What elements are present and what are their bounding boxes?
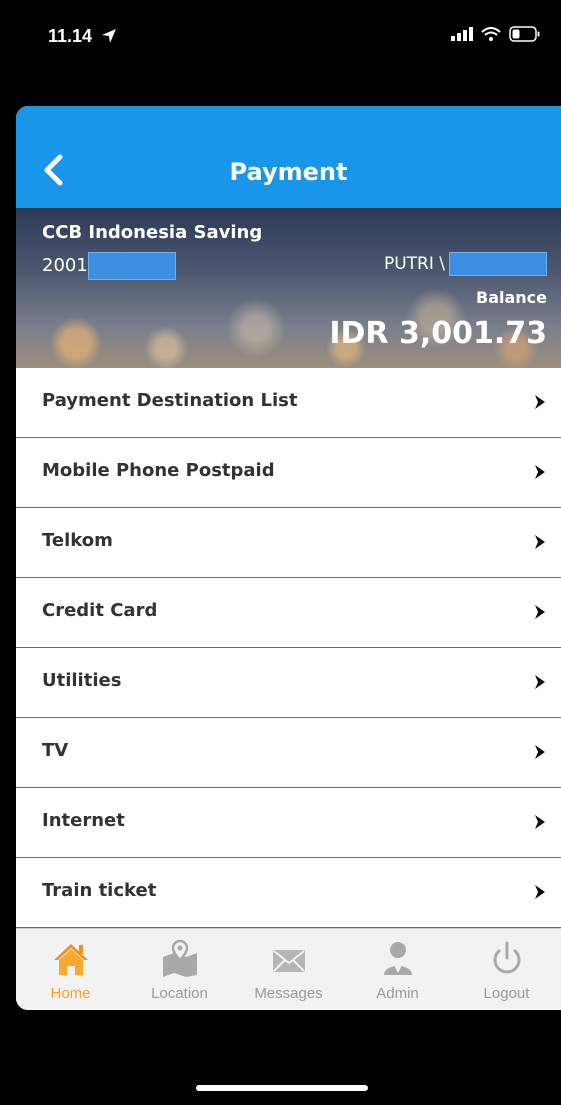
tab-location[interactable]: Location (125, 929, 234, 1010)
chevron-right-icon (535, 395, 545, 409)
tab-messages[interactable]: Messages (234, 929, 343, 1010)
account-card: CCB Indonesia Saving 2001 PUTRI \ Balanc… (16, 208, 561, 368)
menu-item-label: Train ticket (42, 880, 157, 901)
tab-label: Location (151, 985, 208, 1002)
header-bar: Payment (16, 106, 561, 208)
tab-admin[interactable]: Admin (343, 929, 452, 1010)
menu-item-payment-destination-list[interactable]: Payment Destination List (16, 368, 561, 438)
menu-item-label: Payment Destination List (42, 390, 298, 411)
menu-item-credit-card[interactable]: Credit Card (16, 578, 561, 648)
bottom-tab-bar: Home Location Messages Admin Logout (16, 928, 561, 1010)
chevron-right-icon (535, 605, 545, 619)
status-indicators (451, 26, 541, 42)
chevron-right-icon (535, 745, 545, 759)
location-arrow-icon (102, 29, 117, 43)
chevron-right-icon (535, 885, 545, 899)
tab-label: Admin (376, 985, 419, 1002)
menu-item-internet[interactable]: Internet (16, 788, 561, 858)
menu-item-label: TV (42, 740, 69, 761)
menu-item-utilities[interactable]: Utilities (16, 648, 561, 718)
account-number: 2001 (42, 252, 176, 280)
status-time-text: 11.14 (48, 26, 93, 46)
chevron-right-icon (535, 465, 545, 479)
balance-label: Balance (476, 288, 547, 307)
menu-item-label: Telkom (42, 530, 113, 551)
tab-label: Logout (483, 985, 530, 1002)
battery-icon (509, 26, 540, 42)
menu-item-label: Utilities (42, 670, 122, 691)
wifi-icon (481, 27, 501, 41)
signal-icon (451, 27, 473, 41)
menu-item-tv[interactable]: TV (16, 718, 561, 788)
balance-value: IDR 3,001.73 (329, 316, 547, 351)
map-pin-icon (162, 939, 197, 977)
person-icon (383, 942, 412, 975)
menu-item-label: Mobile Phone Postpaid (42, 460, 275, 481)
payment-menu: Payment Destination List Mobile Phone Po… (16, 368, 561, 928)
menu-item-label: Internet (42, 810, 125, 831)
account-number-prefix: 2001 (42, 255, 88, 276)
redaction-mask (87, 252, 176, 280)
menu-item-train-ticket[interactable]: Train ticket (16, 858, 561, 928)
chevron-right-icon (535, 815, 545, 829)
menu-item-mobile-phone-postpaid[interactable]: Mobile Phone Postpaid (16, 438, 561, 508)
status-time: 11.14 (48, 26, 117, 47)
page-title: Payment (229, 158, 348, 186)
status-bar: 11.14 (0, 0, 561, 80)
redaction-mask (449, 252, 547, 276)
tab-label: Home (50, 985, 91, 1002)
power-icon (493, 941, 520, 974)
account-holder: PUTRI \ (384, 252, 547, 276)
tab-home[interactable]: Home (16, 929, 125, 1010)
home-icon (53, 944, 88, 975)
envelope-icon (272, 950, 305, 972)
chevron-right-icon (535, 675, 545, 689)
account-holder-prefix: PUTRI \ (383, 254, 445, 274)
app-screen: Payment CCB Indonesia Saving 2001 PUTRI … (16, 106, 561, 1010)
home-indicator[interactable] (196, 1085, 368, 1091)
tab-label: Messages (254, 985, 323, 1002)
tab-logout[interactable]: Logout (452, 929, 561, 1010)
menu-item-label: Credit Card (42, 600, 158, 621)
chevron-right-icon (535, 535, 545, 549)
menu-item-telkom[interactable]: Telkom (16, 508, 561, 578)
account-name: CCB Indonesia Saving (42, 222, 263, 243)
